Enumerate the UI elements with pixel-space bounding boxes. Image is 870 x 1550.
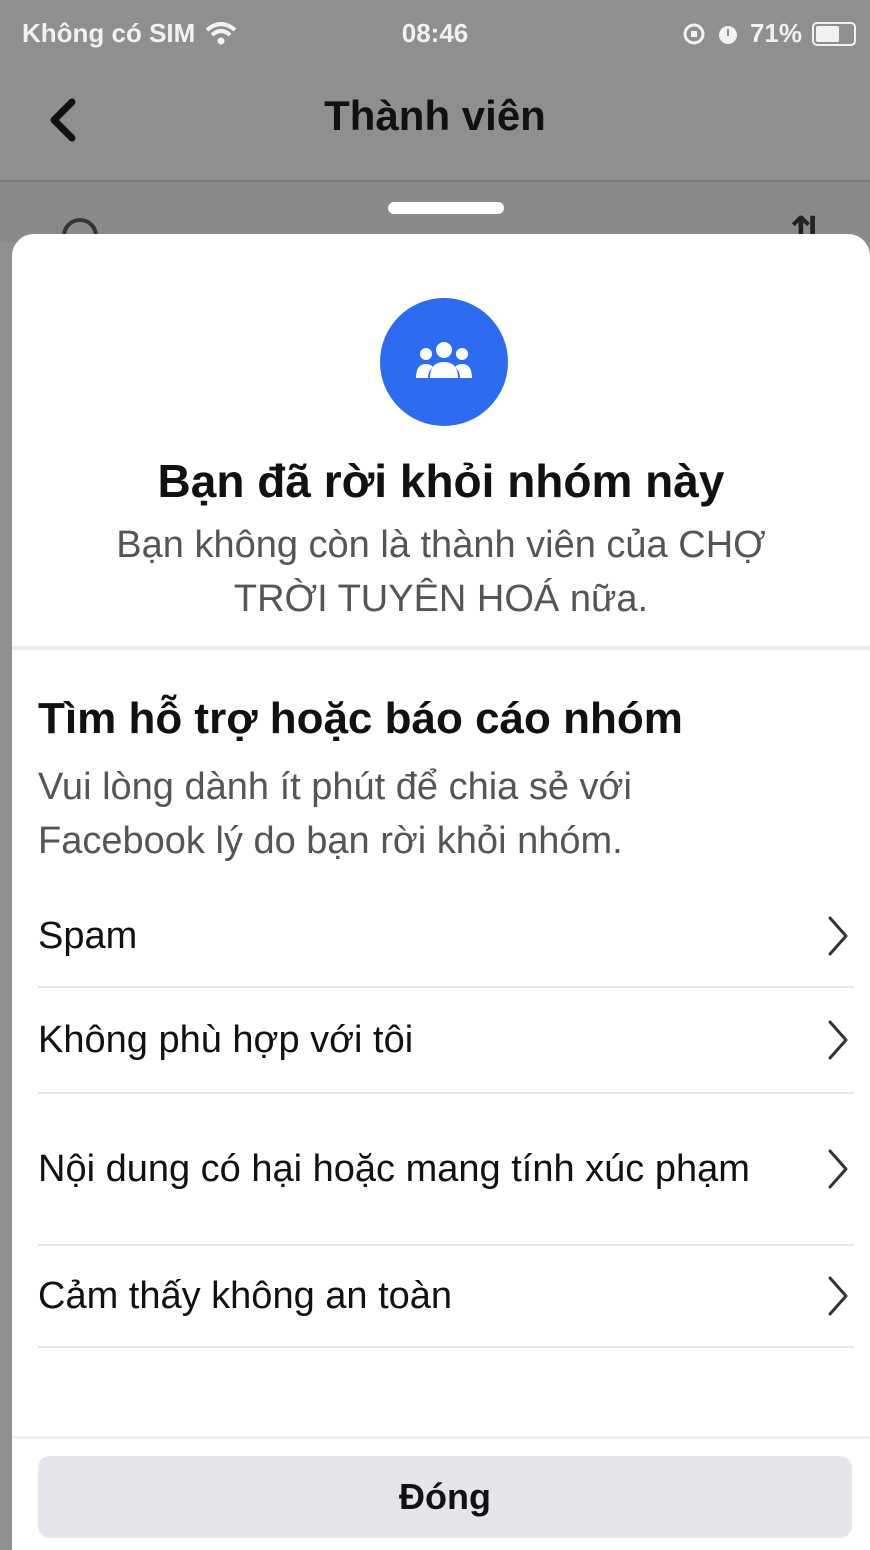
alarm-icon xyxy=(718,25,737,44)
chevron-right-icon xyxy=(828,1276,848,1316)
option-harmful-content[interactable]: Nội dung có hại hoặc mang tính xúc phạm xyxy=(38,1094,854,1246)
page-title: Thành viên xyxy=(324,92,546,139)
option-label: Spam xyxy=(38,915,138,957)
nav-bar: Thành viên xyxy=(0,70,870,182)
sheet-grabber[interactable] xyxy=(388,202,504,214)
sheet-subtitle: Bạn không còn là thành viên của CHỢ TRỜI… xyxy=(116,524,766,620)
bottom-sheet: Bạn đã rời khỏi nhóm này Bạn không còn l… xyxy=(12,234,870,1550)
chevron-right-icon xyxy=(828,1149,848,1189)
battery-fill xyxy=(816,25,839,42)
option-label: Nội dung có hại hoặc mang tính xúc phạm xyxy=(38,1148,750,1190)
chevron-right-icon xyxy=(828,916,848,956)
report-options-list: Spam Không phù hợp với tôi Nội dung có h… xyxy=(38,886,854,1348)
status-right: 71% xyxy=(682,18,856,49)
option-label: Cảm thấy không an toàn xyxy=(38,1275,453,1317)
group-badge xyxy=(380,298,508,426)
app-screen: Không có SIM 08:46 71% Thành viên ⇅ Bạn … xyxy=(0,0,870,1550)
close-button[interactable]: Đóng xyxy=(38,1456,852,1538)
option-not-relevant[interactable]: Không phù hợp với tôi xyxy=(38,988,854,1094)
report-section-description: Vui lòng dành ít phút để chia sẻ với Fac… xyxy=(38,766,632,862)
battery-percent: 71% xyxy=(749,18,802,48)
option-feel-unsafe[interactable]: Cảm thấy không an toàn xyxy=(38,1246,854,1348)
group-icon xyxy=(416,342,472,378)
footer-divider xyxy=(12,1436,870,1439)
option-spam[interactable]: Spam xyxy=(38,886,854,988)
orientation-lock-icon xyxy=(683,23,705,44)
report-section-title: Tìm hỗ trợ hoặc báo cáo nhóm xyxy=(38,694,683,743)
sheet-title: Bạn đã rời khỏi nhóm này xyxy=(157,455,725,507)
section-divider xyxy=(12,646,870,650)
chevron-right-icon xyxy=(828,1020,848,1060)
battery-icon xyxy=(812,21,856,46)
status-bar: Không có SIM 08:46 71% xyxy=(0,0,870,70)
option-label: Không phù hợp với tôi xyxy=(38,1019,414,1061)
